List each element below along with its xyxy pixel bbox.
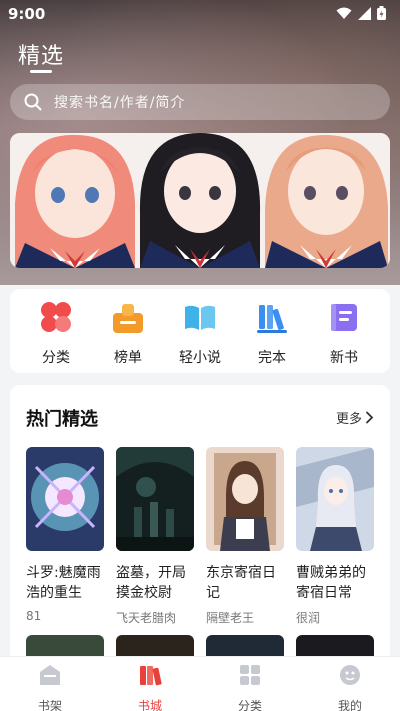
book-author: 很润 <box>296 611 321 625</box>
book-card[interactable]: 斗罗:魅魔雨浩的重生 81 <box>26 447 104 623</box>
book-title: 曹贼弟弟的寄宿日常 <box>296 565 366 601</box>
search-bar[interactable]: 搜索书名/作者/简介 <box>10 84 390 120</box>
tab-label: 我的 <box>337 699 362 711</box>
category-tab-icon <box>240 665 260 685</box>
page-title: 精选 <box>18 44 65 69</box>
category-item-qingxiaoshuo[interactable]: 轻小说 <box>165 299 235 367</box>
more-link[interactable]: 更多 <box>336 408 374 427</box>
category-label: 轻小说 <box>179 350 221 366</box>
book-cover <box>116 447 194 551</box>
hot-picks-card: 热门精选 更多 斗罗:魅魔雨浩的重生 81 盗墓，开局摸金校尉 飞天老腊肉 东京… <box>10 385 390 675</box>
banner[interactable] <box>10 133 390 268</box>
bookshelf-tab-icon <box>40 665 60 685</box>
tab-label: 书城 <box>137 699 162 711</box>
tab-category[interactable]: 分类 <box>210 663 290 711</box>
book-card[interactable]: 盗墓，开局摸金校尉 飞天老腊肉 <box>116 447 194 626</box>
search-placeholder: 搜索书名/作者/简介 <box>54 95 186 111</box>
section-title: 热门精选 <box>26 409 98 430</box>
tab-label: 分类 <box>237 699 262 711</box>
category-card: 分类 榜单 轻小说 完本 新书 <box>10 289 390 373</box>
book-title: 斗罗:魅魔雨浩的重生 <box>26 565 101 601</box>
book-cover <box>26 447 104 551</box>
chevron-right-icon <box>366 411 374 424</box>
category-label: 榜单 <box>114 350 142 366</box>
book-title: 东京寄宿日记 <box>206 565 276 601</box>
book-author: 飞天老腊肉 <box>116 611 177 625</box>
tab-bookstore[interactable]: 书城 <box>110 663 190 711</box>
category-label: 分类 <box>42 350 70 366</box>
search-icon <box>24 93 42 111</box>
new-book-icon <box>331 304 357 331</box>
battery-icon <box>377 6 386 20</box>
bookstore-tab-icon <box>140 666 162 686</box>
book-card[interactable]: 东京寄宿日记 隔壁老王 <box>206 447 284 626</box>
more-label: 更多 <box>335 412 362 427</box>
wifi-icon <box>336 7 352 19</box>
book-cover <box>206 447 284 551</box>
bottom-tab-bar: 书架 书城 分类 我的 <box>0 656 400 711</box>
title-underline <box>30 70 52 73</box>
tab-profile[interactable]: 我的 <box>310 663 390 711</box>
category-item-bangdan[interactable]: 榜单 <box>93 299 163 367</box>
category-item-xinshu[interactable]: 新书 <box>309 299 379 367</box>
tab-bookshelf[interactable]: 书架 <box>10 663 90 711</box>
category-item-fenlei[interactable]: 分类 <box>21 299 91 367</box>
book-card[interactable]: 曹贼弟弟的寄宿日常 很润 <box>296 447 374 626</box>
category-label: 完本 <box>258 350 286 366</box>
open-book-icon <box>185 305 215 330</box>
category-item-wanben[interactable]: 完本 <box>237 299 307 367</box>
book-title: 盗墓，开局摸金校尉 <box>116 565 186 601</box>
book-cover <box>296 447 374 551</box>
status-icons <box>336 6 386 20</box>
profile-tab-icon <box>340 665 360 685</box>
ranking-icon <box>113 304 143 333</box>
book-author: 隔壁老王 <box>206 611 255 625</box>
book-author: 81 <box>26 609 42 623</box>
banner-illustration <box>10 133 390 268</box>
signal-icon <box>358 6 371 20</box>
status-time: 9:00 <box>8 5 46 23</box>
status-bar: 9:00 <box>0 0 400 28</box>
category-label: 新书 <box>330 350 358 366</box>
bookshelf-icon <box>257 305 287 333</box>
tab-label: 书架 <box>37 699 62 711</box>
clover-icon <box>41 302 71 332</box>
